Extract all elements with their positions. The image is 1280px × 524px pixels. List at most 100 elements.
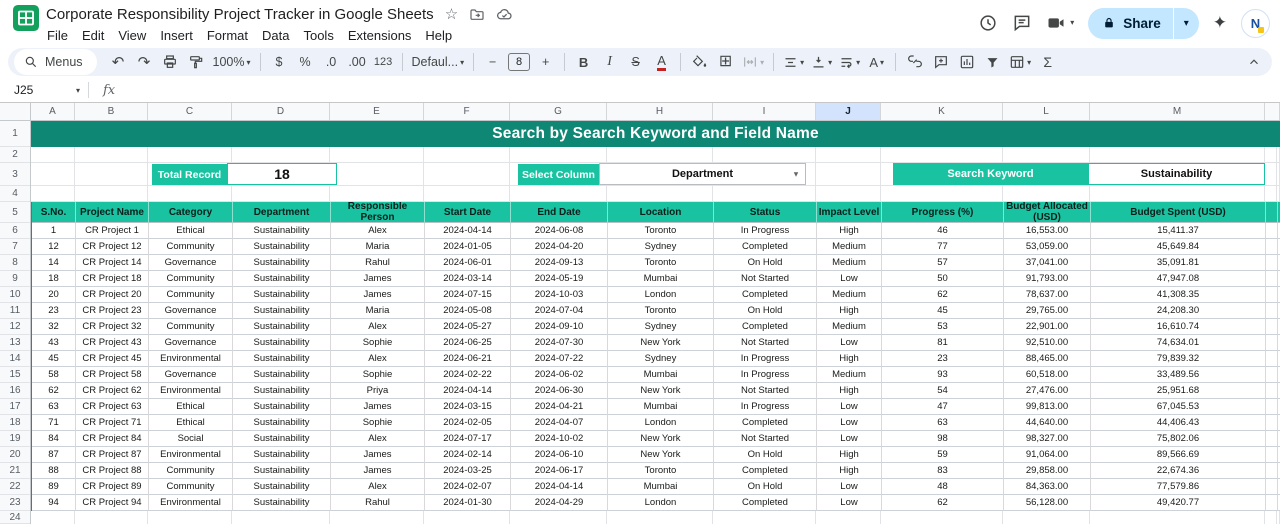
table-cell[interactable]: 54 <box>882 383 1004 399</box>
table-cell[interactable]: Completed <box>714 239 817 255</box>
table-cell-empty[interactable] <box>1266 271 1278 287</box>
table-cell[interactable]: 2024-06-17 <box>511 463 608 479</box>
table-cell[interactable]: Ethical <box>149 415 233 431</box>
table-cell[interactable]: 92,510.00 <box>1004 335 1091 351</box>
table-cell[interactable]: Low <box>817 335 882 351</box>
table-cell[interactable]: In Progress <box>714 367 817 383</box>
table-cell-empty[interactable] <box>1266 255 1278 271</box>
table-cell[interactable]: Sustainability <box>233 319 331 335</box>
table-cell[interactable]: 16,553.00 <box>1004 223 1091 239</box>
table-cell[interactable]: Sydney <box>608 319 714 335</box>
row-header-10[interactable]: 10 <box>0 287 30 303</box>
table-cell[interactable]: Alex <box>331 319 425 335</box>
table-cell[interactable]: Maria <box>331 303 425 319</box>
row-header-23[interactable]: 23 <box>0 495 30 511</box>
version-history-icon[interactable] <box>978 13 998 33</box>
table-cell[interactable]: James <box>331 287 425 303</box>
table-cell[interactable]: Mumbai <box>608 399 714 415</box>
table-header-cell[interactable]: Status <box>714 202 817 223</box>
row-header-18[interactable]: 18 <box>0 415 30 431</box>
format-currency-button[interactable]: $ <box>267 50 292 74</box>
functions-button[interactable]: Σ <box>1035 50 1060 74</box>
table-cell[interactable]: 89 <box>32 479 76 495</box>
table-cell[interactable]: 83 <box>882 463 1004 479</box>
meet-video-icon[interactable]: ▾ <box>1046 13 1074 33</box>
undo-button[interactable]: ↶ <box>106 50 131 74</box>
table-cell[interactable]: CR Project 62 <box>76 383 149 399</box>
decrease-decimal-button[interactable]: .0 <box>319 50 344 74</box>
row-header-12[interactable]: 12 <box>0 319 30 335</box>
table-cell[interactable]: Sophie <box>331 367 425 383</box>
table-cell-empty[interactable] <box>1266 351 1278 367</box>
table-cell[interactable]: 2024-01-30 <box>425 495 511 511</box>
row-header-9[interactable]: 9 <box>0 271 30 287</box>
table-cell[interactable]: Not Started <box>714 383 817 399</box>
table-cell[interactable]: 16,610.74 <box>1091 319 1266 335</box>
table-header-cell[interactable]: Impact Level <box>817 202 882 223</box>
table-cell[interactable]: 2024-07-17 <box>425 431 511 447</box>
table-cell[interactable]: Priya <box>331 383 425 399</box>
table-cell[interactable]: 45 <box>32 351 76 367</box>
column-header-J[interactable]: J <box>816 103 881 120</box>
table-cell[interactable]: 2024-05-08 <box>425 303 511 319</box>
collapse-toolbar-button[interactable] <box>1241 50 1266 74</box>
print-button[interactable] <box>158 50 183 74</box>
table-cell[interactable]: Alex <box>331 479 425 495</box>
decrease-font-size-button[interactable]: − <box>480 50 505 74</box>
table-cell[interactable]: 2024-10-02 <box>511 431 608 447</box>
table-cell[interactable]: CR Project 94 <box>76 495 149 511</box>
share-button[interactable]: Share <box>1088 8 1173 39</box>
table-cell[interactable]: 2024-05-19 <box>511 271 608 287</box>
table-cell[interactable]: 45 <box>882 303 1004 319</box>
table-cell[interactable]: 2024-07-15 <box>425 287 511 303</box>
column-header-M[interactable]: M <box>1090 103 1265 120</box>
table-cell[interactable]: CR Project 45 <box>76 351 149 367</box>
table-cell[interactable]: London <box>608 415 714 431</box>
table-cell[interactable]: 56,128.00 <box>1004 495 1091 511</box>
name-box[interactable]: J25 ▾ <box>0 83 88 97</box>
italic-button[interactable]: I <box>597 50 622 74</box>
table-cell[interactable]: Community <box>149 463 233 479</box>
table-cell[interactable]: Governance <box>149 335 233 351</box>
table-cell[interactable]: 88,465.00 <box>1004 351 1091 367</box>
table-cell[interactable]: 44,640.00 <box>1004 415 1091 431</box>
table-cell-empty[interactable] <box>1266 287 1278 303</box>
table-cell-empty[interactable] <box>1266 415 1278 431</box>
table-cell[interactable]: Completed <box>714 287 817 303</box>
menus-search-button[interactable]: Menus <box>14 49 97 75</box>
table-cell[interactable]: On Hold <box>714 303 817 319</box>
share-dropdown-button[interactable]: ▾ <box>1173 8 1199 39</box>
table-cell[interactable]: 29,765.00 <box>1004 303 1091 319</box>
menu-view[interactable]: View <box>111 26 153 45</box>
table-cell[interactable]: 62 <box>882 495 1004 511</box>
table-cell[interactable]: 20 <box>32 287 76 303</box>
table-cell[interactable]: 91,793.00 <box>1004 271 1091 287</box>
table-cell[interactable]: 2024-09-13 <box>511 255 608 271</box>
table-cell[interactable]: Low <box>817 431 882 447</box>
table-cell[interactable]: 45,649.84 <box>1091 239 1266 255</box>
table-cell[interactable]: 41,308.35 <box>1091 287 1266 303</box>
table-header-cell[interactable]: Start Date <box>425 202 511 223</box>
row-header-20[interactable]: 20 <box>0 447 30 463</box>
table-cell[interactable]: CR Project 14 <box>76 255 149 271</box>
table-cell[interactable]: 63 <box>32 399 76 415</box>
table-cell[interactable]: 77 <box>882 239 1004 255</box>
table-cell[interactable]: 2024-06-02 <box>511 367 608 383</box>
table-cell[interactable]: James <box>331 463 425 479</box>
account-avatar[interactable]: N <box>1241 9 1270 38</box>
table-cell[interactable]: 67,045.53 <box>1091 399 1266 415</box>
table-cell[interactable]: 32 <box>32 319 76 335</box>
table-cell[interactable]: 87 <box>32 447 76 463</box>
table-cell-empty[interactable] <box>1266 431 1278 447</box>
table-cell[interactable]: CR Project 71 <box>76 415 149 431</box>
table-cell[interactable]: 2024-07-04 <box>511 303 608 319</box>
table-cell[interactable]: 44,406.43 <box>1091 415 1266 431</box>
strikethrough-button[interactable]: S <box>623 50 648 74</box>
table-cell[interactable]: 98 <box>882 431 1004 447</box>
table-cell[interactable]: High <box>817 463 882 479</box>
table-cell[interactable]: Sustainability <box>233 399 331 415</box>
caret-down-icon[interactable]: ▾ <box>1070 19 1074 27</box>
table-cell[interactable]: CR Project 12 <box>76 239 149 255</box>
row-header-15[interactable]: 15 <box>0 367 30 383</box>
row-header-6[interactable]: 6 <box>0 223 30 239</box>
